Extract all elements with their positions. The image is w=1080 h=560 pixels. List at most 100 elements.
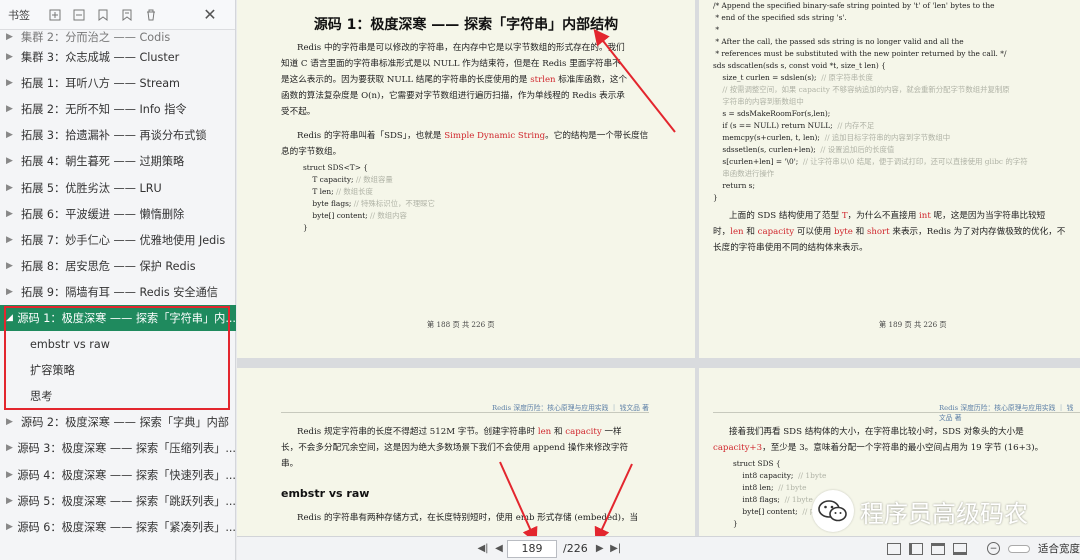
prev-page-icon[interactable]: ◀ (493, 542, 505, 556)
code-text: s[curlen+len] = '\0'; (713, 157, 803, 166)
code-line: struct SDS<T> { (303, 162, 435, 174)
zoom-slider[interactable] (1008, 544, 1030, 553)
bookmark-item[interactable]: ▶ 集群 2：分而治之 —— Codis (0, 30, 236, 44)
zoom-out-icon[interactable]: − (987, 542, 1000, 555)
code-text: int8 flags; (733, 495, 785, 504)
bookmark-item[interactable]: ▶ 集群 3：众志成城 —— Cluster (0, 44, 236, 70)
bookmark-item[interactable]: ▶ 源码 6：极度深寒 —— 探索「紧凑列表」... (0, 514, 236, 540)
bookmark-label: 源码 6：极度深寒 —— 探索「紧凑列表」... (17, 520, 236, 534)
bookmark-item[interactable]: ▶ 拓展 8：居安思危 —— 保护 Redis (0, 253, 236, 279)
code-text: if (s == NULL) return NULL; (713, 121, 838, 130)
code-block: /* Append the specified binary-safe stri… (713, 0, 1028, 204)
text-line: 息的字节数组。 (281, 147, 342, 157)
bookmark-item[interactable]: ▶ 拓展 2：无所不知 —— Info 指令 (0, 96, 236, 122)
code-term: capacity (565, 427, 602, 437)
paragraph: Redis 规定字符串的长度不得超过 512M 字节。创建字符串时 len 和 … (281, 424, 671, 472)
bookmark-item[interactable]: ▶ 源码 5：极度深寒 —— 探索「跳跃列表」... (0, 488, 236, 514)
code-text: memcpy(s+curlen, t, len); (713, 133, 825, 142)
bookmark-label: 拓展 2：无所不知 —— Info 指令 (21, 103, 187, 117)
last-page-icon[interactable]: ▶| (610, 542, 622, 556)
bookmark-edit-icon[interactable] (120, 8, 134, 22)
paragraph: Redis 中的字符串是可以修改的字符串，在内存中它是以字节数组的形式存在的。我… (281, 40, 671, 120)
code-comment: // 按需调整空间，如果 capacity 不够容纳追加的内容，就会重新分配字节… (722, 85, 1010, 94)
code-line: memcpy(s+curlen, t, len); // 追加目标字符串的内容到… (713, 132, 1028, 144)
single-page-icon[interactable] (887, 542, 901, 555)
code-text: T capacity; (303, 175, 356, 184)
page-number-input[interactable]: 189 (507, 539, 557, 558)
chevron-right-icon: ▶ (6, 495, 13, 506)
bookmark-item[interactable]: ▶ 拓展 1：耳听八方 —— Stream (0, 70, 236, 96)
code-term: len (730, 227, 744, 237)
first-page-icon[interactable]: ◀| (477, 542, 489, 556)
code-comment: // 数组内容 (370, 211, 407, 220)
expand-all-icon[interactable] (48, 8, 62, 22)
bookmark-label: 集群 2：分而治之 —— Codis (21, 31, 171, 44)
code-text: /* Append the specified binary-safe stri… (713, 1, 995, 10)
section-heading: embstr vs raw (281, 487, 370, 500)
continuous-page-icon[interactable] (909, 542, 923, 555)
document-viewer[interactable]: 源码 1：极度深寒 —— 探索「字符串」内部结构 Redis 中的字符串是可以修… (237, 0, 1080, 536)
two-page-continuous-icon[interactable] (953, 542, 967, 555)
code-line: * (713, 24, 1028, 36)
bookmark-item[interactable]: ▶ 源码 4：极度深寒 —— 探索「快速列表」... (0, 462, 236, 488)
code-text: s = sdsMakeRoomFor(s,len); (713, 109, 831, 118)
bookmark-item[interactable]: ▶ 拓展 5：优胜劣汰 —— LRU (0, 174, 236, 200)
code-text: size_t curlen = sdslen(s); (713, 73, 822, 82)
bookmark-label: 拓展 7：妙手仁心 —— 优雅地使用 Jedis (21, 233, 226, 247)
bookmark-item[interactable]: ▶ 拓展 9：隔墙有耳 —— Redis 安全通信 (0, 279, 236, 305)
code-term: byte (833, 227, 853, 237)
page-188: 源码 1：极度深寒 —— 探索「字符串」内部结构 Redis 中的字符串是可以修… (237, 0, 695, 358)
code-line: struct SDS { (733, 458, 839, 470)
code-line: T len; // 数组长度 (303, 186, 435, 198)
code-comment: // 追加目标字符串的内容到字节数组中 (824, 133, 951, 142)
page-footer: 第 188 页 共 226 页 (427, 320, 495, 329)
code-comment: // 数组容量 (355, 175, 393, 184)
code-line: sds sdscatlen(sds s, const void *t, size… (713, 60, 1028, 72)
bookmark-item[interactable]: ▶ 拓展 4：朝生暮死 —— 过期策略 (0, 148, 236, 174)
bookmark-sidebar: 书签 ✕ ▶ 集群 2：分而治之 —— Codis ▶ 集群 3：众志成城 —— … (0, 0, 236, 560)
chevron-right-icon: ▶ (6, 156, 13, 167)
chevron-right-icon: ▶ (6, 417, 13, 428)
sidebar-toolbar: 书签 ✕ (0, 0, 235, 30)
bookmark-label: 拓展 9：隔墙有耳 —— Redis 安全通信 (21, 285, 218, 299)
text-span: 来表示，Redis 为了对内存做极致的优化，不 (892, 227, 1066, 237)
bookmark-item[interactable]: ▶ 拓展 7：妙手仁心 —— 优雅地使用 Jedis (0, 227, 236, 253)
text-line: Redis 的字符串叫着「SDS」，也就是 Simple Dynamic Str… (281, 128, 671, 144)
code-text: } (713, 193, 718, 202)
bookmark-item[interactable]: ▶ 拓展 3：拾遗漏补 —— 再谈分布式锁 (0, 122, 236, 148)
zoom-mode-label[interactable]: 适合宽度 (1038, 541, 1080, 556)
bookmark-item[interactable]: ▶ 源码 2：极度深寒 —— 探索「字典」内部 (0, 409, 236, 435)
page-footer: 第 189 页 共 226 页 (879, 320, 947, 329)
bookmark-label: 拓展 3：拾遗漏补 —— 再谈分布式锁 (21, 129, 207, 143)
two-page-icon[interactable] (931, 542, 945, 555)
chevron-right-icon: ▶ (6, 469, 13, 480)
add-bookmark-icon[interactable] (96, 8, 110, 22)
code-text: int8 len; (733, 483, 779, 492)
code-text: return s; (713, 181, 755, 190)
text-span: 可以使用 (796, 227, 832, 237)
delete-icon[interactable] (144, 8, 158, 22)
bookmark-item[interactable]: ▶ 拓展 6：平波缓进 —— 懒惰删除 (0, 201, 236, 227)
text-line: Redis 的字符串有两种存储方式，在长度特别短时，使用 emb 形式存储 (e… (297, 513, 639, 523)
bookmark-label: 源码 5：极度深寒 —— 探索「跳跃列表」... (17, 494, 236, 508)
code-text: byte[] content; (733, 507, 803, 516)
code-text: * (713, 25, 720, 34)
code-text: byte[] content; (303, 211, 371, 220)
code-line: * After the call, the passed sds string … (713, 36, 1028, 48)
text-span: Redis 规定字符串的长度不得超过 512M 字节。创建字符串时 (297, 427, 536, 437)
code-text: sdssetlen(s, curlen+len); (713, 145, 821, 154)
text-line: Redis 中的字符串是可以修改的字符串，在内存中它是以字节数组的形式存在的。我… (297, 43, 625, 53)
close-icon[interactable]: ✕ (203, 5, 217, 24)
bookmark-item[interactable]: ▶ 源码 3：极度深寒 —— 探索「压缩列表」... (0, 435, 236, 461)
text-line: 是这么表示的。因为要获取 NULL 结尾的字符串的长度使用的是 strlen 标… (281, 72, 671, 88)
text-line: capacity+3，至少是 3。意味着分配一个字符串的最小空间占用为 19 字… (713, 440, 1080, 456)
page-header: Redis 深度历险：核心原理与应用实践 ｜ 钱文品 著 (492, 404, 649, 412)
next-page-icon[interactable]: ▶ (594, 542, 606, 556)
code-line: byte[] content; // 数组内容 (303, 210, 435, 222)
code-comment: // 数组长度 (336, 187, 373, 196)
code-term: capacity (757, 227, 795, 237)
collapse-all-icon[interactable] (72, 8, 86, 22)
